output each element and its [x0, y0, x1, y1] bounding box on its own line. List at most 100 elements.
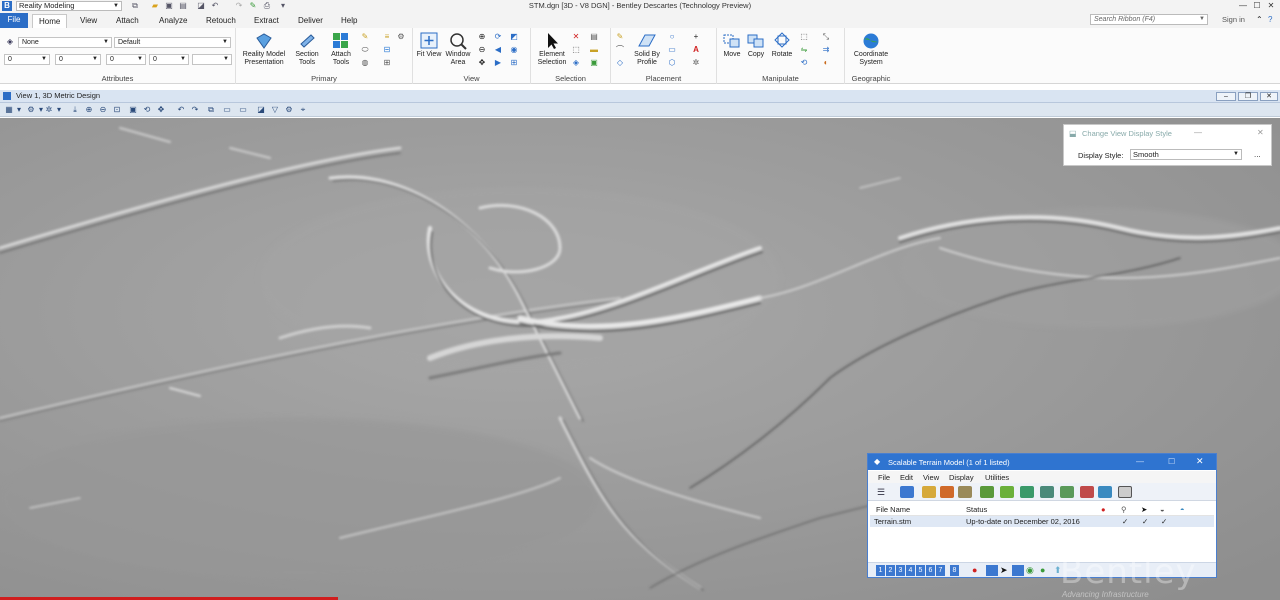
stm-menu-view[interactable]: View	[923, 473, 939, 482]
status-globe-icon[interactable]: ●	[1040, 565, 1045, 575]
circle-icon[interactable]: ○	[667, 32, 677, 41]
text-style-combo[interactable]: Default ▼	[114, 37, 231, 48]
level-number-6[interactable]: 6	[926, 565, 935, 576]
mesh-icon[interactable]: ⬭	[360, 45, 370, 54]
view-next-icon[interactable]: ▶	[493, 58, 503, 67]
tab-attach[interactable]: Attach	[110, 14, 145, 28]
status-view-icon[interactable]	[986, 565, 998, 576]
scale-icon[interactable]: ⬚	[799, 32, 809, 41]
status-visibility-icon[interactable]: ●	[972, 565, 977, 575]
tab-retouch[interactable]: Retouch	[200, 14, 242, 28]
view-restore-icon[interactable]: ❐	[1238, 92, 1258, 101]
close-icon[interactable]: ✕	[1257, 128, 1264, 137]
weight-combo[interactable]: 0 ▼	[55, 54, 101, 65]
terrain-icon-5[interactable]	[1098, 486, 1112, 498]
save-icon[interactable]: ▣	[164, 1, 174, 11]
row-check-1[interactable]: ✓	[1122, 517, 1128, 526]
row-check-3[interactable]: ✓	[1161, 517, 1167, 526]
workflow-select[interactable]: Reality Modeling ▼	[16, 1, 122, 11]
view-rotate-icon[interactable]: ⟲	[142, 105, 152, 115]
minimize-icon[interactable]: —	[1136, 457, 1144, 466]
copy-view-icon[interactable]: ⧉	[206, 105, 216, 115]
terrain-icon-3[interactable]	[1060, 486, 1074, 498]
section-tools-button[interactable]: Section Tools	[290, 32, 324, 66]
view-zoom-out-icon[interactable]: ⊖	[98, 105, 108, 115]
copy-button[interactable]: Copy	[745, 32, 767, 59]
zoom-in-icon[interactable]: ⊕	[477, 32, 487, 41]
maximize-icon[interactable]: ☐	[1250, 0, 1264, 12]
display-style-select[interactable]: Smooth ▼	[1130, 149, 1242, 160]
mirror-icon[interactable]: ⇋	[799, 45, 809, 54]
save-settings-icon[interactable]: ▤	[178, 1, 188, 11]
brush-icon[interactable]: ✎	[360, 32, 370, 41]
polygon-icon[interactable]: ⬡	[667, 58, 677, 67]
pan-icon[interactable]: ✥	[477, 58, 487, 67]
place-line-icon[interactable]: ✎	[615, 32, 625, 41]
rotate-button[interactable]: Rotate	[769, 32, 795, 59]
view-minimize-icon[interactable]: –	[1216, 92, 1236, 101]
point-icon[interactable]: +	[691, 32, 701, 41]
stm-menu-utilities[interactable]: Utilities	[985, 473, 1009, 482]
grid-icon[interactable]: ⊞	[382, 58, 392, 67]
level-number-4[interactable]: 4	[906, 565, 915, 576]
level-number-8[interactable]: 8	[950, 565, 959, 576]
tab-home[interactable]: Home	[32, 14, 68, 28]
view-zoom-in-icon[interactable]: ⊕	[84, 105, 94, 115]
display-style-icon[interactable]: ✲	[44, 105, 54, 115]
level-number-3[interactable]: 3	[896, 565, 905, 576]
stm-menu-file[interactable]: File	[878, 473, 890, 482]
clip-volume-icon[interactable]: ▭	[222, 105, 232, 115]
view-settings-icon[interactable]: ▦	[4, 105, 14, 115]
sphere-icon[interactable]: ◍	[360, 58, 370, 67]
group-icon[interactable]: ▬	[589, 45, 599, 54]
new-stm-icon[interactable]	[940, 486, 954, 498]
select-by-attributes-icon[interactable]: ◈	[571, 58, 581, 67]
camera-view-icon[interactable]: ◪	[256, 105, 266, 115]
coordinate-system-button[interactable]: Coordinate System	[847, 32, 895, 66]
app-logo-icon[interactable]: B	[2, 1, 12, 11]
minimize-icon[interactable]: —	[1236, 0, 1250, 12]
view-attributes-icon[interactable]: ⚙	[26, 105, 36, 115]
lines-icon[interactable]: ≡	[382, 32, 392, 41]
select-all-icon[interactable]: ▣	[589, 58, 599, 67]
status-select-icon[interactable]: ➤	[1000, 565, 1008, 576]
transparency-combo[interactable]: 0 ▼	[149, 54, 189, 65]
change-attributes-icon[interactable]: ◐	[821, 58, 831, 67]
table-row[interactable]: Terrain.stm Up-to-date on December 02, 2…	[870, 516, 1214, 527]
level-combo[interactable]: None ▼	[18, 37, 112, 48]
display-style-more-button[interactable]: ...	[1254, 150, 1261, 159]
update-view-icon[interactable]: ⤓	[70, 105, 80, 115]
open-stm-icon[interactable]	[922, 486, 936, 498]
terrain-icon-2[interactable]	[1040, 486, 1054, 498]
view-cube-icon[interactable]: ◩	[509, 32, 519, 41]
stm-menu-display[interactable]: Display	[949, 473, 974, 482]
pin-icon[interactable]: ✎	[248, 1, 258, 11]
camera-icon[interactable]: ◉	[509, 45, 519, 54]
attach-quick-icon[interactable]: ⧉	[130, 1, 140, 11]
view-previous-icon[interactable]: ◀	[493, 45, 503, 54]
view-fit-icon[interactable]: ▣	[128, 105, 138, 115]
view-windows-icon[interactable]: ⊞	[509, 58, 519, 67]
undo-icon[interactable]: ↶	[210, 1, 220, 11]
window-area-button[interactable]: Window Area	[443, 32, 473, 66]
view-pan-icon[interactable]: ✥	[156, 105, 166, 115]
terrain-icon-4[interactable]	[1080, 486, 1094, 498]
clear-selection-icon[interactable]: ✕	[571, 32, 581, 41]
sign-in-link[interactable]: Sign in	[1222, 15, 1245, 24]
close-icon[interactable]: ✕	[1264, 0, 1278, 12]
place-arc-icon[interactable]: ⌒	[615, 45, 625, 54]
file-tab[interactable]: File	[0, 13, 28, 28]
attach-stm-icon[interactable]	[958, 486, 972, 498]
close-icon[interactable]: ✕	[1196, 456, 1204, 467]
color-combo[interactable]: 0 ▼	[4, 54, 50, 65]
view-extra-icon[interactable]: ⌖	[298, 105, 308, 115]
display-style-chevron-icon[interactable]: ▾	[54, 105, 64, 115]
rotate-view-icon[interactable]: ⟳	[493, 32, 503, 41]
array-icon[interactable]: ⟲	[799, 58, 809, 67]
zoom-out-icon[interactable]: ⊖	[477, 45, 487, 54]
fit-view-button[interactable]: Fit View	[415, 32, 443, 59]
settings-small-icon[interactable]: ⚙	[396, 32, 406, 41]
clip-mask-icon[interactable]: ▭	[238, 105, 248, 115]
stm-menu-edit[interactable]: Edit	[900, 473, 913, 482]
view-settings-chevron-icon[interactable]: ▾	[14, 105, 24, 115]
